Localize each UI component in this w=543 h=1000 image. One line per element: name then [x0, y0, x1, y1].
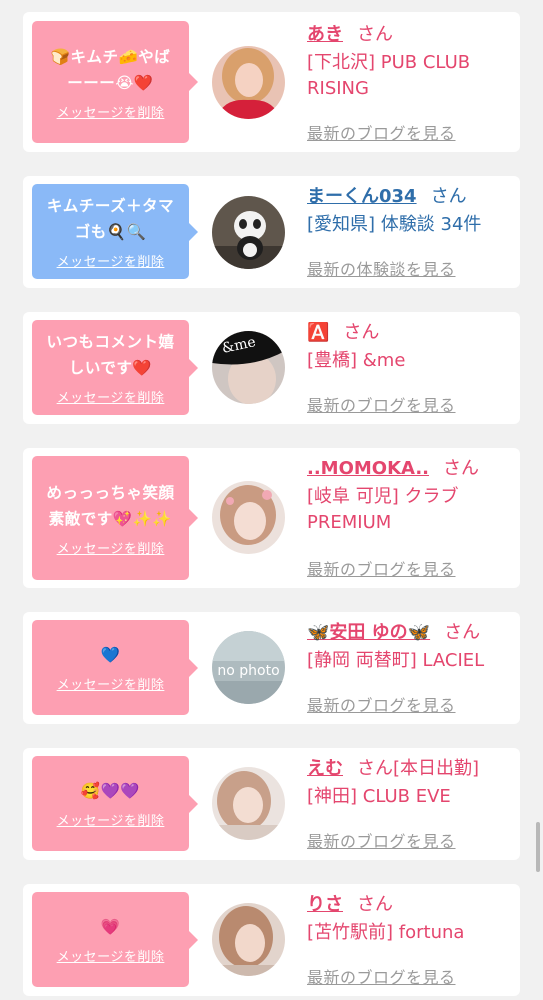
message-text: いつもコメント嬉しいです❤️ [46, 333, 175, 377]
message-card: キムチーズ＋タマゴも🍳🔍 メッセージを削除 まーくん034 さん [愛知県] 体験… [23, 176, 520, 288]
name-line: ..MOMOKA.. さん [307, 456, 512, 482]
message-bubble: キムチーズ＋タマゴも🍳🔍 メッセージを削除 [32, 184, 198, 279]
message-bubble: 💗 メッセージを削除 [32, 892, 198, 987]
latest-blog-link[interactable]: 最新のブログを見る [307, 692, 456, 716]
location-text: [岐阜 可児] クラブ PREMIUM [307, 486, 459, 533]
honorific: さん [443, 458, 479, 479]
message-text: 💗 [100, 918, 121, 936]
name-line: りさ さん [307, 892, 512, 918]
user-name-link[interactable]: りさ [307, 894, 343, 915]
location-text: [愛知県] 体験談 34件 [307, 214, 482, 235]
message-card: めっっっちゃ笑顔素敵です💖✨✨ メッセージを削除 ..MOMOKA.. さん [岐… [23, 448, 520, 588]
latest-blog-link[interactable]: 最新のブログを見る [307, 964, 456, 988]
avatar[interactable] [212, 481, 285, 554]
delete-message-link[interactable]: メッセージを削除 [57, 674, 165, 693]
message-card: 💗 メッセージを削除 りさ さん [苫竹駅前] fortuna 最新のブログを見る [23, 884, 520, 996]
honorific: さん [357, 894, 393, 915]
honorific: さん[本日出勤] [357, 758, 480, 779]
location-text: [静岡 両替町] LACIEL [307, 650, 485, 671]
user-name-link[interactable]: えむ [307, 758, 343, 779]
name-line: あき さん [307, 22, 512, 48]
name-line: 🅰️ さん [307, 320, 512, 346]
user-name-link[interactable]: 🦋安田 ゆの🦋 [307, 622, 430, 643]
message-card: 🥰💜💜 メッセージを削除 えむ さん[本日出勤] [神田] CLUB EVE 最新… [23, 748, 520, 860]
latest-blog-link[interactable]: 最新のブログを見る [307, 828, 456, 852]
delete-message-link[interactable]: メッセージを削除 [57, 946, 165, 965]
name-line: 🦋安田 ゆの🦋 さん [307, 620, 512, 646]
user-name-link[interactable]: ..MOMOKA.. [307, 458, 429, 479]
delete-message-link[interactable]: メッセージを削除 [57, 538, 165, 557]
delete-message-link[interactable]: メッセージを削除 [57, 102, 165, 121]
message-text: 💙 [100, 646, 121, 664]
user-name-link[interactable]: まーくん034 [307, 186, 417, 207]
honorific: さん [343, 322, 380, 343]
honorific: さん [357, 24, 393, 45]
latest-blog-link[interactable]: 最新のブログを見る [307, 556, 456, 580]
latest-blog-link[interactable]: 最新のブログを見る [307, 120, 456, 144]
location-text: [豊橋] &me [307, 350, 406, 371]
name-line: えむ さん[本日出勤] [307, 756, 512, 782]
message-bubble: めっっっちゃ笑顔素敵です💖✨✨ メッセージを削除 [32, 456, 198, 580]
honorific: さん [430, 186, 467, 207]
user-name-link[interactable]: あき [307, 24, 343, 45]
message-card: 💙 メッセージを削除 no photo 🦋安田 ゆの🦋 さん [静岡 両替町] L… [23, 612, 520, 724]
message-bubble: 💙 メッセージを削除 [32, 620, 198, 715]
avatar[interactable] [212, 903, 285, 976]
location-text: [苫竹駅前] fortuna [307, 922, 465, 943]
avatar[interactable]: no photo [212, 631, 285, 704]
message-card: 🍞キムチ🧀やばーーー😭❤️ メッセージを削除 あき さん [下北沢] PUB CL… [23, 12, 520, 152]
message-text: 🍞キムチ🧀やばーーー😭❤️ [50, 47, 171, 92]
message-bubble: いつもコメント嬉しいです❤️ メッセージを削除 [32, 320, 198, 415]
location-text: [神田] CLUB EVE [307, 786, 451, 807]
scrollbar[interactable] [536, 822, 540, 872]
delete-message-link[interactable]: メッセージを削除 [57, 810, 165, 829]
svg-text:no photo: no photo [217, 663, 279, 679]
message-bubble: 🥰💜💜 メッセージを削除 [32, 756, 198, 851]
message-text: めっっっちゃ笑顔素敵です💖✨✨ [46, 483, 175, 528]
honorific: さん [444, 622, 481, 643]
avatar[interactable] [212, 46, 285, 119]
avatar[interactable] [212, 196, 285, 269]
latest-experience-link[interactable]: 最新の体験談を見る [307, 256, 456, 280]
message-bubble: 🍞キムチ🧀やばーーー😭❤️ メッセージを削除 [32, 21, 198, 143]
message-text: キムチーズ＋タマゴも🍳🔍 [46, 197, 175, 241]
name-line: まーくん034 さん [307, 184, 512, 210]
latest-blog-link[interactable]: 最新のブログを見る [307, 392, 456, 416]
delete-message-link[interactable]: メッセージを削除 [57, 251, 165, 270]
user-name-link[interactable]: 🅰️ [307, 322, 329, 343]
message-card: いつもコメント嬉しいです❤️ メッセージを削除 &me 🅰️ さん [豊橋] &m… [23, 312, 520, 424]
avatar[interactable]: &me [212, 331, 285, 404]
delete-message-link[interactable]: メッセージを削除 [57, 387, 165, 406]
avatar[interactable] [212, 767, 285, 840]
location-text: [下北沢] PUB CLUB RISING [307, 52, 471, 99]
message-text: 🥰💜💜 [80, 782, 141, 800]
